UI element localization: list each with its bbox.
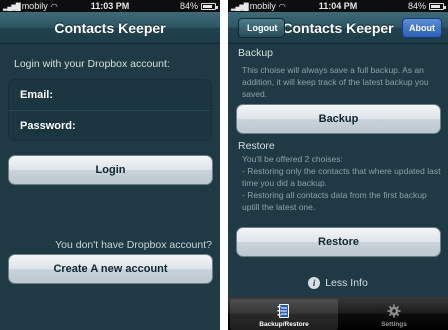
gear-icon — [387, 304, 401, 318]
battery-indicator: 84% — [179, 0, 218, 12]
status-bar: ▂▄▆█ mobily ◠ 11:03 PM 84% — [0, 0, 220, 12]
restore-section-title: Restore — [238, 140, 275, 152]
email-field[interactable]: Email: — [9, 80, 211, 111]
password-label: Password: — [20, 120, 76, 132]
notebook-icon — [277, 304, 289, 318]
restore-text-line: You'll be offered 2 choises: — [242, 154, 343, 164]
battery-percent: 84% — [407, 1, 426, 11]
tab-label: Settings — [381, 321, 407, 328]
restore-text-line: - Restoring all contacts data from the f… — [242, 190, 427, 212]
backup-description: This choise will always save a full back… — [242, 65, 429, 99]
less-info-label: Less Info — [325, 277, 368, 289]
app-title: Contacts Keeper — [54, 19, 166, 36]
about-button[interactable]: About — [402, 18, 442, 38]
battery-icon — [201, 2, 218, 10]
battery-indicator: 84% — [407, 0, 446, 12]
logout-button[interactable]: Logout — [238, 18, 285, 38]
login-form: Email: Password: — [8, 79, 212, 141]
status-bar: ▂▄▆█ mobily ◠ 11:04 PM 84% — [228, 0, 448, 12]
login-button[interactable]: Login — [8, 155, 213, 185]
less-info-toggle[interactable]: i Less Info — [228, 277, 448, 289]
tab-backup-restore[interactable]: Backup/Restore — [230, 299, 338, 330]
login-screen: ▂▄▆█ mobily ◠ 11:03 PM 84% Contacts Keeper… — [0, 0, 220, 330]
battery-icon — [429, 2, 446, 10]
tab-settings[interactable]: Settings — [340, 297, 448, 330]
create-account-button[interactable]: Create A new account — [8, 254, 213, 284]
backup-section-title: Backup — [238, 47, 274, 59]
backup-restore-screen: ▂▄▆█ mobily ◠ 11:04 PM 84% Logout Contacts… — [228, 0, 448, 330]
password-field[interactable]: Password: — [9, 111, 211, 142]
navigation-bar: Logout Contacts Keeper About — [228, 12, 448, 44]
restore-button[interactable]: Restore — [236, 227, 441, 257]
backup-button[interactable]: Backup — [236, 104, 441, 134]
restore-text-line: - Restoring only the contacts that where… — [242, 166, 441, 188]
tab-label: Backup/Restore — [259, 321, 309, 328]
info-icon: i — [308, 277, 321, 289]
app-title: Contacts Keeper — [282, 19, 394, 36]
navigation-bar: Contacts Keeper — [0, 12, 220, 44]
restore-description: You'll be offered 2 choises: - Restoring… — [242, 153, 442, 213]
email-label: Email: — [20, 89, 54, 101]
tab-bar: Backup/Restore Settings — [228, 297, 448, 330]
login-prompt: Login with your Dropbox account: — [14, 58, 170, 70]
no-account-text: You don't have Dropbox account? — [55, 239, 212, 251]
battery-percent: 84% — [179, 1, 198, 11]
